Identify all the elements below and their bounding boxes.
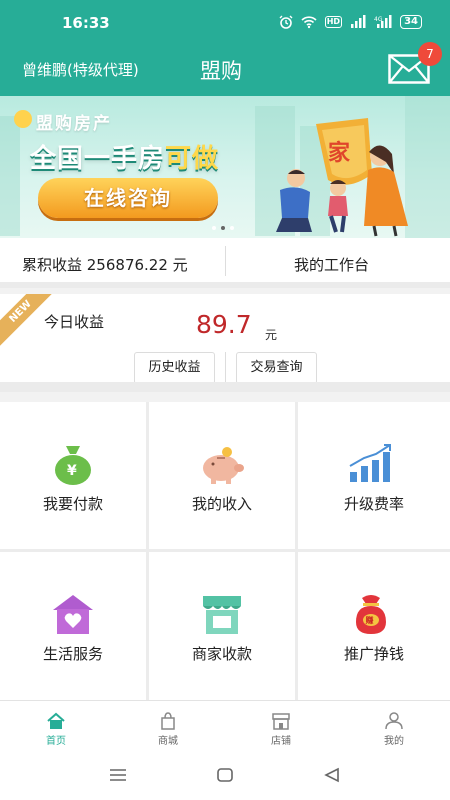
today-amount: 89.7 bbox=[196, 310, 252, 339]
consult-button[interactable]: 在线咨询 bbox=[38, 178, 218, 218]
function-grid: ¥ 我要付款 我的收入 升级费率 生活服务 商家收款 赚 推广挣钱 bbox=[0, 402, 450, 700]
svg-text:4G: 4G bbox=[374, 16, 383, 23]
banner-brand: 盟购房产 bbox=[36, 114, 112, 134]
tab-label: 店铺 bbox=[271, 736, 291, 747]
grid-label: 我的收入 bbox=[191, 495, 252, 513]
banner-headline: 全国一手房可做 bbox=[30, 138, 219, 175]
status-icons: HD 4G 34 bbox=[279, 15, 422, 29]
amount-unit: 元 bbox=[265, 328, 278, 342]
promo-banner[interactable]: 盟购房产 全国一手房可做 在线咨询 家 bbox=[0, 96, 450, 238]
grid-label: 商家收款 bbox=[191, 645, 252, 663]
carousel-dots bbox=[212, 226, 234, 230]
home-icon bbox=[47, 712, 65, 729]
grid-item-merchant-collect[interactable]: 商家收款 bbox=[149, 552, 295, 700]
tab-label: 我的 bbox=[384, 736, 404, 747]
svg-text:赚: 赚 bbox=[365, 615, 374, 625]
wifi-icon bbox=[301, 16, 317, 29]
grid-item-life-services[interactable]: 生活服务 bbox=[0, 552, 146, 700]
family-illustration: 家 bbox=[276, 118, 408, 237]
divider bbox=[225, 352, 226, 382]
grid-label: 生活服务 bbox=[42, 645, 103, 663]
family-sign: 家 bbox=[328, 140, 351, 166]
signal-icon-2: 4G bbox=[374, 15, 392, 28]
system-nav-bar bbox=[0, 750, 450, 800]
alarm-icon bbox=[279, 15, 293, 29]
grid-item-income[interactable]: 我的收入 bbox=[149, 402, 295, 549]
tab-home[interactable]: 首页 bbox=[0, 701, 112, 751]
shop-icon bbox=[272, 713, 290, 730]
tab-label: 首页 bbox=[46, 736, 66, 747]
grid-label: 升级费率 bbox=[343, 495, 404, 513]
grid-item-upgrade-rate[interactable]: 升级费率 bbox=[298, 402, 450, 549]
home-button-icon[interactable] bbox=[215, 767, 235, 783]
building-decor bbox=[0, 116, 20, 236]
svg-text:¥: ¥ bbox=[67, 463, 77, 479]
grid-item-promote-earn[interactable]: 赚 推广挣钱 bbox=[298, 552, 450, 700]
brand-logo bbox=[14, 110, 32, 128]
lucky-bag-icon: 赚 bbox=[356, 595, 386, 634]
headline-part-a: 全国一手房 bbox=[30, 144, 166, 174]
today-earnings-card: NEW 今日收益 89.7 元 历史收益 交易查询 bbox=[0, 294, 450, 392]
earnings-row: 累积收益 256876.22 元 我的工作台 bbox=[0, 238, 450, 288]
bar-chart-icon bbox=[349, 444, 391, 482]
grid-item-pay[interactable]: ¥ 我要付款 bbox=[0, 402, 146, 549]
battery-indicator: 34 bbox=[400, 15, 422, 29]
storefront-icon bbox=[203, 596, 241, 634]
grid-label: 推广挣钱 bbox=[343, 645, 404, 663]
app-header: 16:33 HD 4G 34 曾维鹏(特级代理) 盟购 7 bbox=[0, 0, 450, 96]
workbench-link[interactable]: 我的工作台 bbox=[294, 254, 369, 275]
total-earnings: 累积收益 256876.22 元 bbox=[22, 256, 188, 274]
history-earnings-button[interactable]: 历史收益 bbox=[134, 352, 215, 382]
user-name: 曾维鹏(特级代理) bbox=[22, 61, 139, 79]
signal-icon bbox=[351, 15, 366, 28]
tab-mall[interactable]: 商城 bbox=[112, 701, 224, 751]
menu-icon[interactable] bbox=[108, 767, 128, 783]
headline-part-b: 可做 bbox=[165, 144, 220, 174]
hd-badge: HD bbox=[324, 16, 343, 28]
money-bag-icon: ¥ bbox=[55, 446, 91, 485]
bottom-tab-bar: 首页 商城 店铺 我的 bbox=[0, 700, 450, 750]
divider bbox=[225, 246, 226, 276]
piggy-bank-icon bbox=[203, 447, 244, 484]
user-icon bbox=[385, 712, 403, 730]
shopping-bag-icon bbox=[161, 712, 175, 730]
tab-label: 商城 bbox=[158, 736, 178, 747]
transaction-query-button[interactable]: 交易查询 bbox=[236, 352, 317, 382]
tab-shop[interactable]: 店铺 bbox=[225, 701, 337, 751]
unread-badge: 7 bbox=[418, 42, 442, 66]
status-time: 16:33 bbox=[62, 14, 110, 32]
today-label: 今日收益 bbox=[44, 313, 105, 331]
status-bar: 16:33 HD 4G 34 bbox=[0, 0, 450, 42]
page-title: 盟购 bbox=[200, 59, 242, 83]
tab-mine[interactable]: 我的 bbox=[338, 701, 450, 751]
grid-label: 我要付款 bbox=[42, 495, 103, 513]
nav-bar: 曾维鹏(特级代理) 盟购 7 bbox=[0, 42, 450, 96]
back-icon[interactable] bbox=[322, 767, 342, 783]
house-heart-icon bbox=[53, 595, 93, 634]
